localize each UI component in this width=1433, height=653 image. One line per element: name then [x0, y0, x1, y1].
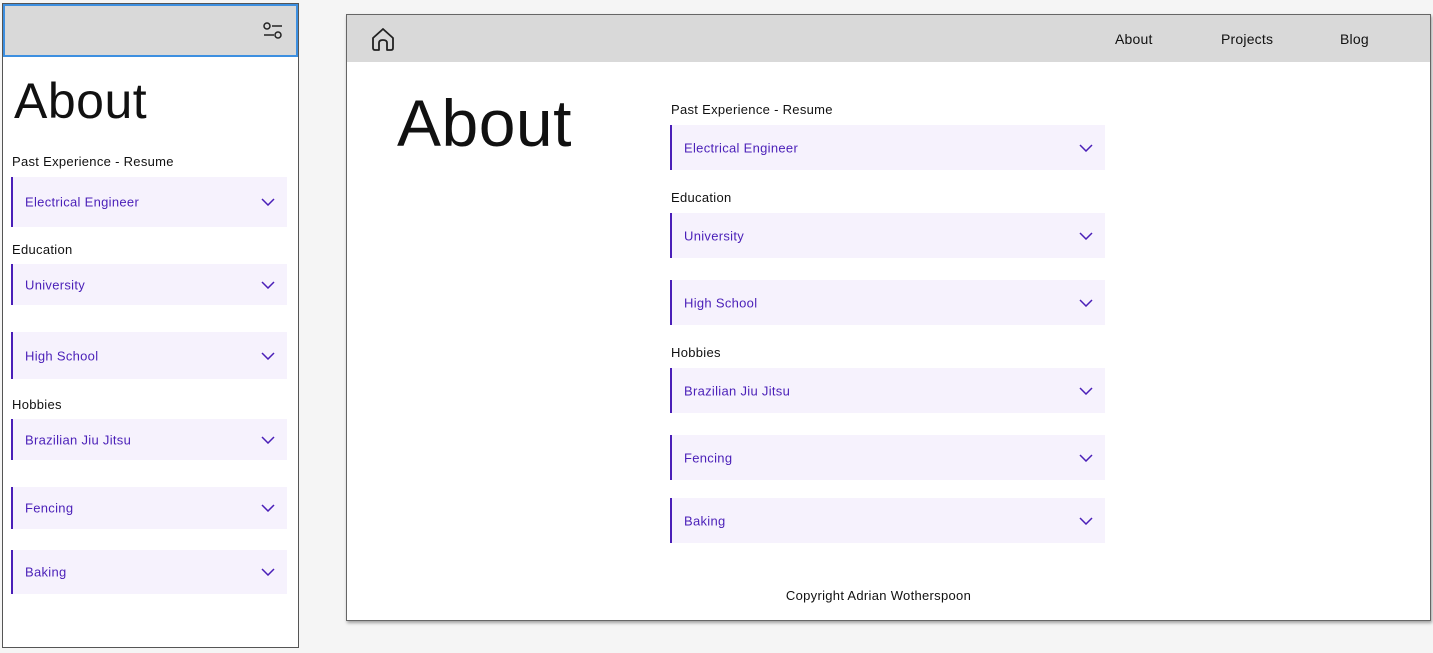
- mobile-frame: About Past Experience - Resume Electrica…: [2, 3, 299, 648]
- nav-link-blog[interactable]: Blog: [1340, 31, 1369, 47]
- accordion-label: University: [25, 277, 86, 292]
- desktop-frame: About Projects Blog About Past Experienc…: [346, 14, 1431, 621]
- chevron-down-icon: [261, 568, 275, 576]
- accordion-label: Baking: [684, 513, 726, 528]
- footer-copyright: Copyright Adrian Wotherspoon: [785, 588, 972, 603]
- chevron-down-icon: [261, 351, 275, 360]
- accordion-fencing[interactable]: Fencing: [11, 487, 287, 529]
- page-title: About: [397, 86, 572, 160]
- accordion-label: High School: [684, 295, 758, 310]
- accordion-label: High School: [25, 348, 99, 363]
- page-title: About: [14, 73, 148, 129]
- chevron-down-icon: [261, 504, 275, 512]
- accordion-high-school[interactable]: High School: [670, 280, 1105, 325]
- mobile-header: [3, 4, 298, 57]
- accordion-university[interactable]: University: [670, 213, 1105, 258]
- accordion-label: Electrical Engineer: [25, 194, 140, 210]
- chevron-down-icon: [1079, 516, 1093, 525]
- section-heading-experience: Past Experience - Resume: [671, 102, 833, 117]
- accordion-electrical-engineer[interactable]: Electrical Engineer: [11, 177, 287, 227]
- accordion-label: Brazilian Jiu Jitsu: [684, 383, 791, 398]
- sliders-icon[interactable]: [262, 21, 284, 41]
- accordion-label: University: [684, 228, 745, 243]
- top-nav: About Projects Blog: [347, 15, 1430, 62]
- accordion-label: Electrical Engineer: [684, 140, 799, 155]
- accordion-high-school[interactable]: High School: [11, 332, 287, 379]
- chevron-down-icon: [261, 435, 275, 444]
- accordion-baking[interactable]: Baking: [670, 498, 1105, 543]
- nav-link-about[interactable]: About: [1115, 31, 1153, 47]
- chevron-down-icon: [1079, 298, 1093, 307]
- accordion-label: Fencing: [25, 500, 74, 516]
- accordion-electrical-engineer[interactable]: Electrical Engineer: [670, 125, 1105, 170]
- accordion-brazilian-jiu-jitsu[interactable]: Brazilian Jiu Jitsu: [11, 419, 287, 460]
- accordion-baking[interactable]: Baking: [11, 550, 287, 594]
- section-heading-education: Education: [12, 242, 73, 257]
- accordion-label: Fencing: [684, 450, 733, 465]
- chevron-down-icon: [261, 198, 275, 206]
- accordion-university[interactable]: University: [11, 264, 287, 305]
- chevron-down-icon: [1079, 231, 1093, 240]
- nav-link-projects[interactable]: Projects: [1221, 31, 1273, 47]
- section-heading-hobbies: Hobbies: [12, 397, 62, 412]
- home-icon[interactable]: [369, 25, 397, 53]
- chevron-down-icon: [1079, 143, 1093, 152]
- accordion-brazilian-jiu-jitsu[interactable]: Brazilian Jiu Jitsu: [670, 368, 1105, 413]
- chevron-down-icon: [1079, 386, 1093, 395]
- section-heading-experience: Past Experience - Resume: [12, 154, 174, 169]
- chevron-down-icon: [261, 280, 275, 289]
- accordion-fencing[interactable]: Fencing: [670, 435, 1105, 480]
- section-heading-hobbies: Hobbies: [671, 345, 721, 360]
- chevron-down-icon: [1079, 453, 1093, 462]
- section-heading-education: Education: [671, 190, 732, 205]
- accordion-label: Brazilian Jiu Jitsu: [25, 432, 132, 447]
- accordion-label: Baking: [25, 564, 67, 580]
